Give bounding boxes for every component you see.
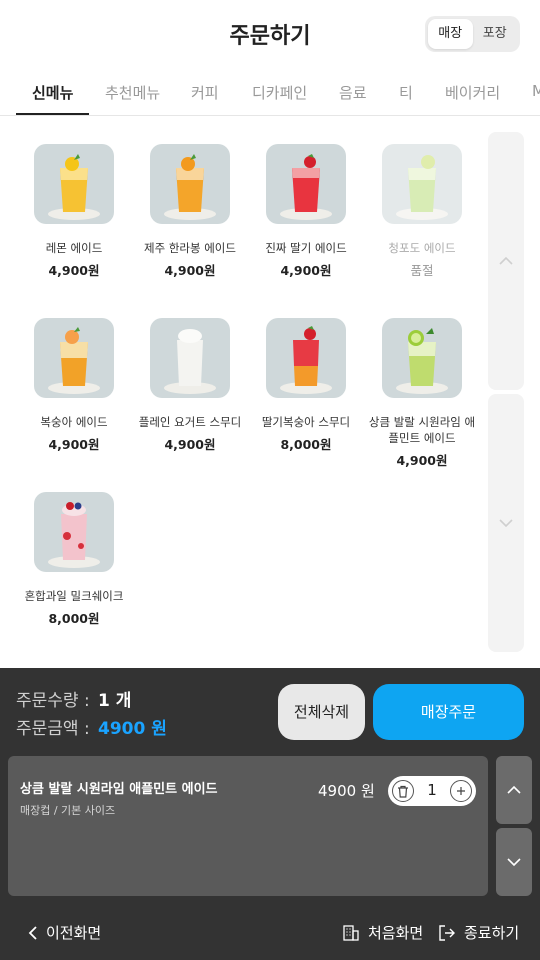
exit-label: 종료하기: [464, 924, 520, 942]
item-price: 4,900원: [396, 453, 448, 468]
tab-coffee[interactable]: 커피: [191, 82, 219, 103]
category-tabs: 신메뉴 추천메뉴 커피 디카페인 음료 티 베이커리 M: [0, 70, 540, 116]
quantity-value: 1: [427, 781, 437, 799]
tab-decaf[interactable]: 디카페인: [252, 82, 307, 103]
menu-item-green-grape-ade[interactable]: 청포도 에이드 품절: [364, 144, 480, 279]
mixed-fruit-milkshake-image: [34, 492, 114, 572]
item-price: 4,900원: [48, 437, 100, 452]
item-name: 제주 한라봉 에이드: [144, 241, 236, 255]
item-name: 청포도 에이드: [388, 241, 456, 255]
menu-item-yogurt-smoothie[interactable]: 플레인 요거트 스무디 4,900원: [132, 318, 248, 453]
exit-button[interactable]: 종료하기: [438, 922, 519, 943]
item-name: 플레인 요거트 스무디: [138, 415, 242, 429]
order-amount-value: 4900 원: [98, 719, 167, 739]
home-label: 처음화면: [368, 924, 424, 942]
tab-beverage[interactable]: 음료: [339, 82, 367, 103]
menu-item-peach-ade[interactable]: 복숭아 에이드 4,900원: [16, 318, 132, 453]
dine-in-order-button[interactable]: 매장주문: [373, 684, 524, 740]
trash-icon: [398, 785, 408, 798]
chevron-left-icon: [28, 925, 37, 940]
menu-scroll-down-button[interactable]: [488, 394, 524, 652]
building-icon: [343, 924, 359, 941]
mode-option-dine-in[interactable]: 매장: [428, 19, 473, 49]
cart-list: 상큼 발랄 시원라임 애플민트 에이드 매장컵 / 기본 사이즈 4900 원 …: [8, 756, 488, 896]
tab-new-menu[interactable]: 신메뉴: [32, 82, 73, 103]
order-amount-label: 주문금액 :: [16, 719, 90, 739]
header: 주문하기 매장 포장: [0, 0, 540, 70]
strawberry-ade-image: [266, 144, 346, 224]
order-summary-panel: 주문수량 : 1 개 주문금액 : 4900 원 전체삭제 매장주문 상큼 발랄…: [0, 668, 540, 960]
plus-icon: [457, 787, 465, 795]
item-name: 혼합과일 밀크쉐이크: [24, 589, 124, 603]
tab-tea[interactable]: 티: [399, 82, 413, 103]
item-price: 4,900원: [164, 437, 216, 452]
menu-item-lime-applemint-ade[interactable]: 상큼 발랄 시원라임 애플민트 에이드 4,900원: [364, 318, 480, 469]
cart-scroll-up-button[interactable]: [496, 756, 532, 824]
chevron-up-icon: [507, 785, 521, 794]
active-tab-underline: [16, 113, 89, 115]
item-price: 8,000원: [280, 437, 332, 452]
menu-scroll-up-button[interactable]: [488, 132, 524, 390]
cart-scroll-down-button[interactable]: [496, 828, 532, 896]
menu-item-hallabong-ade[interactable]: 제주 한라봉 에이드 4,900원: [132, 144, 248, 279]
item-price: 4,900원: [280, 263, 332, 278]
clear-all-button[interactable]: 전체삭제: [278, 684, 365, 740]
delete-item-button[interactable]: [392, 780, 414, 802]
item-name: 복숭아 에이드: [40, 415, 108, 429]
lemon-ade-image: [34, 144, 114, 224]
order-quantity-value: 1 개: [98, 691, 132, 711]
mode-option-takeout[interactable]: 포장: [473, 19, 518, 49]
item-name: 상큼 발랄 시원라임 애플민트 에이드: [368, 415, 476, 445]
green-grape-ade-image: [382, 144, 462, 224]
cart-item-name: 상큼 발랄 시원라임 애플민트 에이드: [20, 782, 218, 797]
quantity-stepper: 1: [388, 776, 476, 806]
strawberry-peach-smoothie-image: [266, 318, 346, 398]
cart-item-option: 매장컵 / 기본 사이즈: [20, 804, 116, 817]
back-button[interactable]: 이전화면: [28, 922, 101, 943]
chevron-up-icon: [499, 256, 513, 265]
lime-applemint-ade-image: [382, 318, 462, 398]
tab-more[interactable]: M: [532, 82, 540, 100]
home-button[interactable]: 처음화면: [342, 922, 423, 943]
menu-item-mixed-fruit-milkshake[interactable]: 혼합과일 밀크쉐이크 8,000원: [16, 492, 132, 627]
cart-item-price: 4900 원: [318, 782, 375, 800]
hallabong-ade-image: [150, 144, 230, 224]
item-price: 8,000원: [48, 611, 100, 626]
menu-item-lemon-ade[interactable]: 레몬 에이드 4,900원: [16, 144, 132, 279]
back-label: 이전화면: [46, 924, 102, 942]
logout-icon: [439, 924, 455, 941]
sold-out-label: 품절: [410, 263, 434, 278]
dine-mode-toggle[interactable]: 매장 포장: [425, 16, 520, 52]
menu-item-strawberry-peach-smoothie[interactable]: 딸기복숭아 스무디 8,000원: [248, 318, 364, 453]
peach-ade-image: [34, 318, 114, 398]
order-quantity-label: 주문수량 :: [16, 691, 90, 711]
tab-recommended[interactable]: 추천메뉴: [105, 82, 160, 103]
item-name: 레몬 에이드: [45, 241, 103, 255]
chevron-down-icon: [499, 519, 513, 528]
menu-grid: 레몬 에이드 4,900원 제주 한라봉 에이드 4,900원 진짜 딸기 에이…: [0, 116, 488, 668]
chevron-down-icon: [507, 858, 521, 867]
menu-item-strawberry-ade[interactable]: 진짜 딸기 에이드 4,900원: [248, 144, 364, 279]
item-name: 딸기복숭아 스무디: [261, 415, 351, 429]
item-price: 4,900원: [164, 263, 216, 278]
increase-quantity-button[interactable]: [450, 780, 472, 802]
yogurt-smoothie-image: [150, 318, 230, 398]
tab-bakery[interactable]: 베이커리: [445, 82, 500, 103]
item-price: 4,900원: [48, 263, 100, 278]
item-name: 진짜 딸기 에이드: [265, 241, 347, 255]
